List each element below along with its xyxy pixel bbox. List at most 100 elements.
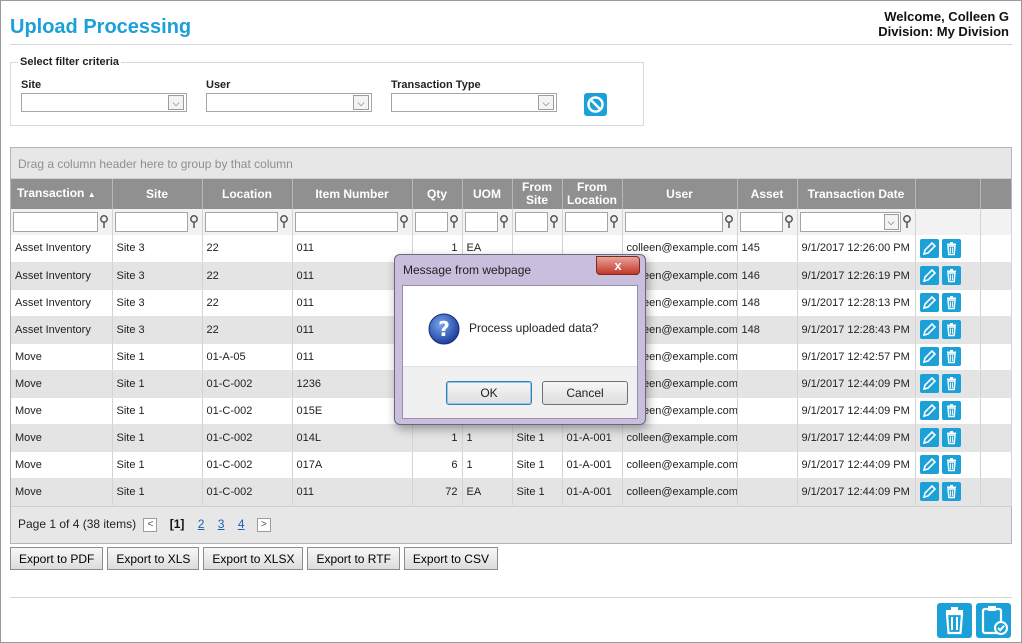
- delete-button[interactable]: [941, 401, 961, 420]
- filter-icon[interactable]: [99, 215, 109, 229]
- table-cell: colleen@example.com: [622, 451, 738, 479]
- col-header-from-location[interactable]: From Location: [562, 179, 623, 209]
- delete-all-button[interactable]: [937, 603, 972, 638]
- filter-icon[interactable]: [499, 215, 509, 229]
- filter-icon[interactable]: [609, 215, 619, 229]
- row-actions: [915, 343, 981, 371]
- table-row[interactable]: Move Site 1 01-C-002 014L 1 1 Site 1 01-A-001 co…: [11, 424, 1012, 452]
- table-cell: 1: [412, 424, 463, 452]
- edit-button[interactable]: [919, 266, 939, 285]
- clear-filter-button[interactable]: [584, 93, 607, 116]
- chevron-down-icon[interactable]: ⌵: [168, 95, 184, 110]
- col-header-location[interactable]: Location: [202, 179, 293, 209]
- delete-button[interactable]: [941, 320, 961, 339]
- export-csv-button[interactable]: Export to CSV: [403, 547, 498, 570]
- col-header-site[interactable]: Site: [112, 179, 203, 209]
- edit-button[interactable]: [919, 482, 939, 501]
- dialog-ok-button[interactable]: OK: [446, 381, 532, 405]
- row-actions: [915, 478, 981, 506]
- edit-button[interactable]: [919, 455, 939, 474]
- filter-icon[interactable]: [784, 215, 794, 229]
- chevron-down-icon[interactable]: ⌵: [353, 95, 369, 110]
- table-cell: Move: [11, 343, 113, 371]
- delete-button[interactable]: [941, 347, 961, 366]
- filter-icon[interactable]: [449, 215, 459, 229]
- transaction-type-filter: Transaction Type ⌵: [391, 79, 557, 112]
- pager-page-link[interactable]: 3: [218, 517, 225, 531]
- transaction-type-select[interactable]: ⌵: [391, 93, 557, 112]
- pager-page-link[interactable]: 4: [238, 517, 245, 531]
- col-header-from-site[interactable]: From Site: [512, 179, 563, 209]
- filter-icon[interactable]: [549, 215, 559, 229]
- col-header-user[interactable]: User: [622, 179, 738, 209]
- user-select[interactable]: ⌵: [206, 93, 372, 112]
- edit-button[interactable]: [919, 320, 939, 339]
- col-header-transaction[interactable]: Transaction ▲: [11, 179, 113, 209]
- filter-icon[interactable]: [902, 215, 912, 229]
- table-cell: 01-A-001: [562, 478, 623, 506]
- col-header-qty[interactable]: Qty: [412, 179, 463, 209]
- edit-button[interactable]: [919, 401, 939, 420]
- table-cell: Move: [11, 370, 113, 398]
- export-xls-button[interactable]: Export to XLS: [107, 547, 200, 570]
- table-cell: Site 3: [112, 262, 203, 290]
- col-header-asset[interactable]: Asset: [737, 179, 798, 209]
- table-cell: Site 1: [512, 451, 563, 479]
- filter-icon[interactable]: [189, 215, 199, 229]
- filter-input-uom[interactable]: [464, 212, 508, 232]
- filter-input-asset[interactable]: [739, 212, 793, 232]
- pager-page-link[interactable]: 2: [198, 517, 205, 531]
- filter-input-from-site[interactable]: [514, 212, 558, 232]
- export-xlsx-button[interactable]: Export to XLSX: [203, 547, 304, 570]
- edit-button[interactable]: [919, 238, 939, 258]
- filter-row: ⌵: [11, 209, 1012, 235]
- export-rtf-button[interactable]: Export to RTF: [307, 547, 400, 570]
- filter-input-site[interactable]: [114, 212, 198, 232]
- filter-icon[interactable]: [279, 215, 289, 229]
- filter-icon[interactable]: [724, 215, 734, 229]
- table-cell: 9/1/2017 12:44:09 PM: [797, 397, 916, 425]
- filter-input-transaction-date[interactable]: ⌵: [799, 212, 911, 232]
- filter-input-from-location[interactable]: [564, 212, 618, 232]
- pager: Page 1 of 4 (38 items) < [1] 2 3 4 >: [11, 506, 1011, 543]
- table-row[interactable]: Move Site 1 01-C-002 017A 6 1 Site 1 01-A-001 co…: [11, 451, 1012, 479]
- message-dialog: Message from webpage x ? Process uploade…: [394, 254, 646, 425]
- filter-input-item-number[interactable]: [294, 212, 408, 232]
- delete-button[interactable]: [941, 455, 961, 474]
- dialog-close-button[interactable]: x: [596, 256, 640, 275]
- filter-input-user[interactable]: [624, 212, 733, 232]
- header-row: Transaction ▲ Site Location Item Number …: [11, 179, 1012, 209]
- question-icon: ?: [428, 313, 460, 345]
- delete-button[interactable]: [941, 482, 961, 501]
- site-select[interactable]: ⌵: [21, 93, 187, 112]
- edit-button[interactable]: [919, 293, 939, 312]
- pager-prev-button[interactable]: <: [143, 517, 158, 532]
- pager-next-button[interactable]: >: [256, 517, 271, 532]
- delete-button[interactable]: [941, 428, 961, 447]
- process-button[interactable]: [976, 603, 1011, 638]
- delete-button[interactable]: [941, 374, 961, 393]
- filter-cell: [11, 209, 113, 235]
- filter-input-transaction[interactable]: [13, 212, 108, 232]
- edit-button[interactable]: [919, 428, 939, 447]
- delete-button[interactable]: [941, 266, 961, 285]
- chevron-down-icon[interactable]: ⌵: [538, 95, 554, 110]
- edit-button[interactable]: [919, 347, 939, 366]
- chevron-down-icon[interactable]: ⌵: [883, 214, 899, 230]
- col-header-item-number[interactable]: Item Number: [292, 179, 413, 209]
- edit-button[interactable]: [919, 374, 939, 393]
- filter-input-location[interactable]: [204, 212, 288, 232]
- delete-button[interactable]: [941, 238, 961, 258]
- export-pdf-button[interactable]: Export to PDF: [10, 547, 104, 570]
- delete-icon: [946, 269, 956, 283]
- dialog-cancel-button[interactable]: Cancel: [542, 381, 628, 405]
- col-header-uom[interactable]: UOM: [462, 179, 513, 209]
- delete-button[interactable]: [941, 293, 961, 312]
- filter-input-qty[interactable]: [414, 212, 458, 232]
- table-cell: 01-C-002: [202, 370, 293, 398]
- table-row[interactable]: Move Site 1 01-C-002 011 72 EA Site 1 01-A-001 c…: [11, 478, 1012, 506]
- table-cell: 6: [412, 451, 463, 479]
- filter-icon[interactable]: [399, 215, 409, 229]
- table-cell: Asset Inventory: [11, 235, 113, 263]
- col-header-transaction-date[interactable]: Transaction Date: [797, 179, 916, 209]
